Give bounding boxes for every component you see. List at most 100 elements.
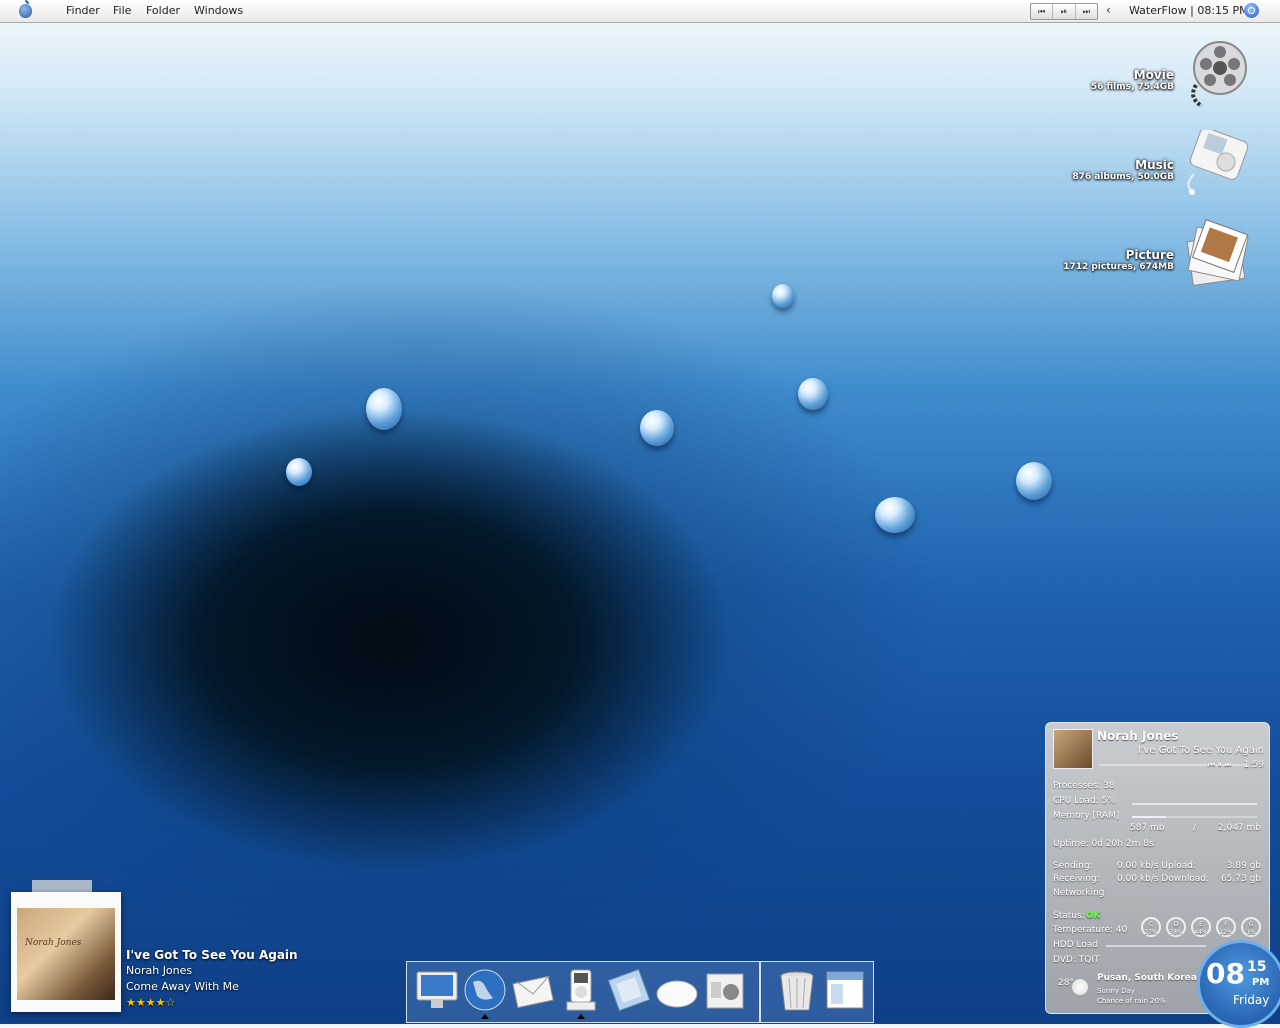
clock-ampm: PM: [1252, 977, 1270, 988]
drive-percent: 27%: [1144, 929, 1158, 936]
now-playing-album: Come Away With Me: [126, 980, 239, 993]
water-drop: [875, 497, 915, 533]
weather-rain: Chance of rain 20%: [1097, 997, 1166, 1005]
dock-apps: [406, 961, 760, 1023]
desktop-item-title: Music: [1135, 158, 1174, 172]
clock-widget: 08 15 PM Friday: [1197, 940, 1280, 1028]
mac-os-icon[interactable]: [703, 968, 747, 1012]
status-value: OK: [1086, 911, 1101, 921]
temperature: Temperature: 40: [1053, 925, 1128, 935]
running-indicator: [481, 1014, 489, 1019]
album-cover[interactable]: Norah Jones: [11, 892, 121, 1012]
desktop-item-picture[interactable]: Picture 1712 pictures, 674MB: [1040, 248, 1174, 272]
receiving-label: Receiving:: [1053, 874, 1100, 884]
status-label: Status:: [1053, 911, 1085, 921]
dvd-label: DVD: TQIT: [1053, 955, 1100, 965]
menu-windows[interactable]: Windows: [194, 4, 243, 17]
drive-percent: 78%: [1169, 929, 1183, 936]
imac-icon[interactable]: [415, 968, 459, 1012]
weather-city: Pusan, South Korea: [1097, 973, 1197, 983]
drive-letter: E: [1199, 921, 1203, 928]
running-indicator: [577, 1014, 585, 1019]
drive-e-gauge: E 44%: [1191, 917, 1211, 937]
memory-separator: /: [1193, 823, 1197, 833]
upload-total: 3.89 gb: [1226, 861, 1261, 871]
now-playing-artist: Norah Jones: [126, 964, 193, 977]
apple-menu-icon[interactable]: [19, 0, 32, 18]
receiving-value: 0.00 kb/s Download:: [1117, 874, 1210, 884]
water-drop: [798, 378, 828, 410]
spotlight-search-icon[interactable]: [1244, 3, 1259, 18]
track-time: 1:59: [1243, 760, 1264, 770]
drive-letter: G: [1248, 921, 1254, 928]
ipod-icon[interactable]: [1180, 127, 1252, 196]
cpu-load: CPU Load: 5%: [1053, 796, 1116, 806]
desktop-item-subtitle: 876 albums, 50.0GB: [1072, 172, 1174, 182]
next-track-button[interactable]: ⏭: [1076, 4, 1097, 19]
cpu-graph: [1132, 803, 1257, 805]
panel-artist: Norah Jones: [1097, 729, 1179, 743]
window-icon[interactable]: [823, 968, 867, 1012]
menubar: Finder File Folder Windows ⏮ ⏯ ⏭ ‹ Water…: [0, 0, 1280, 23]
film-reel-icon[interactable]: [1186, 40, 1250, 108]
drive-percent: 1%: [1246, 929, 1256, 936]
desktop-item-movie[interactable]: Movie 56 films, 75.4GB: [1040, 68, 1174, 92]
hdd-load-bar: [1106, 945, 1206, 947]
address-book-icon[interactable]: [607, 968, 651, 1012]
water-drop: [286, 458, 312, 486]
desktop-item-music[interactable]: Music 876 albums, 50.0GB: [1040, 158, 1174, 182]
ipod-dock-icon[interactable]: [559, 968, 603, 1012]
photo-stack-icon[interactable]: [1182, 218, 1252, 288]
globe-icon[interactable]: [463, 968, 507, 1012]
desktop-item-title: Picture: [1125, 248, 1174, 262]
memory-total: 2,047 mb: [1217, 823, 1261, 833]
drive-percent: 44%: [1194, 929, 1208, 936]
drive-letter: D: [1173, 921, 1179, 928]
desktop-item-subtitle: 56 films, 75.4GB: [1090, 82, 1174, 92]
drive-f-gauge: F 12%: [1216, 917, 1236, 937]
processes-count: Processes: 38: [1053, 781, 1115, 791]
media-controls: ⏮ ⏯ ⏭: [1030, 3, 1098, 20]
play-pause-button[interactable]: ⏯: [1053, 4, 1076, 19]
drive-g-gauge: G 1%: [1241, 917, 1261, 937]
clock-day: Friday: [1233, 993, 1270, 1007]
menu-file[interactable]: File: [113, 4, 131, 17]
drive-letter: C: [1148, 921, 1154, 928]
memory-label: Memory [RAM]: [1053, 811, 1120, 821]
drive-percent: 12%: [1219, 929, 1233, 936]
sending-label: Sending:: [1053, 861, 1093, 871]
mail-icon[interactable]: [511, 968, 555, 1012]
water-drop: [640, 410, 674, 446]
sending-value: 0.00 kb/s Upload:: [1117, 861, 1196, 871]
panel-track: I've Got To See You Again: [1137, 745, 1264, 756]
now-playing-title: I've Got To See You Again: [126, 948, 298, 962]
memory-used: 587 mb: [1130, 823, 1165, 833]
hdd-load-label: HDD Load: [1053, 940, 1099, 950]
menu-finder[interactable]: Finder: [66, 4, 100, 17]
clock-minute: 15: [1247, 959, 1267, 975]
menubar-clock[interactable]: WaterFlow | 08:15 PM: [1129, 4, 1249, 17]
menu-folder[interactable]: Folder: [146, 4, 180, 17]
uptime: Uptime: 0d 20h 2m 8s: [1053, 839, 1154, 849]
trash-icon[interactable]: [775, 968, 819, 1012]
download-total: 65.73 gb: [1220, 874, 1261, 884]
drive-c-gauge: C 27%: [1141, 917, 1161, 937]
desktop-item-subtitle: 1712 pictures, 674MB: [1063, 262, 1174, 272]
drive-letter: F: [1224, 921, 1228, 928]
water-drop: [772, 284, 794, 308]
cover-title: Norah Jones: [25, 938, 82, 948]
networking-label: Networking: [1053, 888, 1105, 898]
weather-condition: Sunny Day: [1097, 987, 1135, 995]
chevron-left-icon[interactable]: ‹: [1106, 3, 1111, 17]
clock-hour: 08: [1206, 957, 1245, 990]
album-thumbnail[interactable]: [1053, 729, 1093, 769]
playback-controls[interactable]: ⏮ ⏸ ⏭: [1208, 760, 1232, 770]
now-playing-info: I've Got To See You Again Norah Jones Co…: [126, 947, 298, 1011]
water-drop: [1016, 462, 1052, 500]
now-playing-rating[interactable]: ★★★★☆: [126, 995, 298, 1011]
desktop-item-title: Movie: [1133, 68, 1174, 82]
previous-track-button[interactable]: ⏮: [1031, 4, 1054, 19]
mouse-icon[interactable]: [655, 968, 699, 1012]
memory-bar-fill: [1132, 816, 1166, 818]
water-drop: [366, 388, 402, 430]
